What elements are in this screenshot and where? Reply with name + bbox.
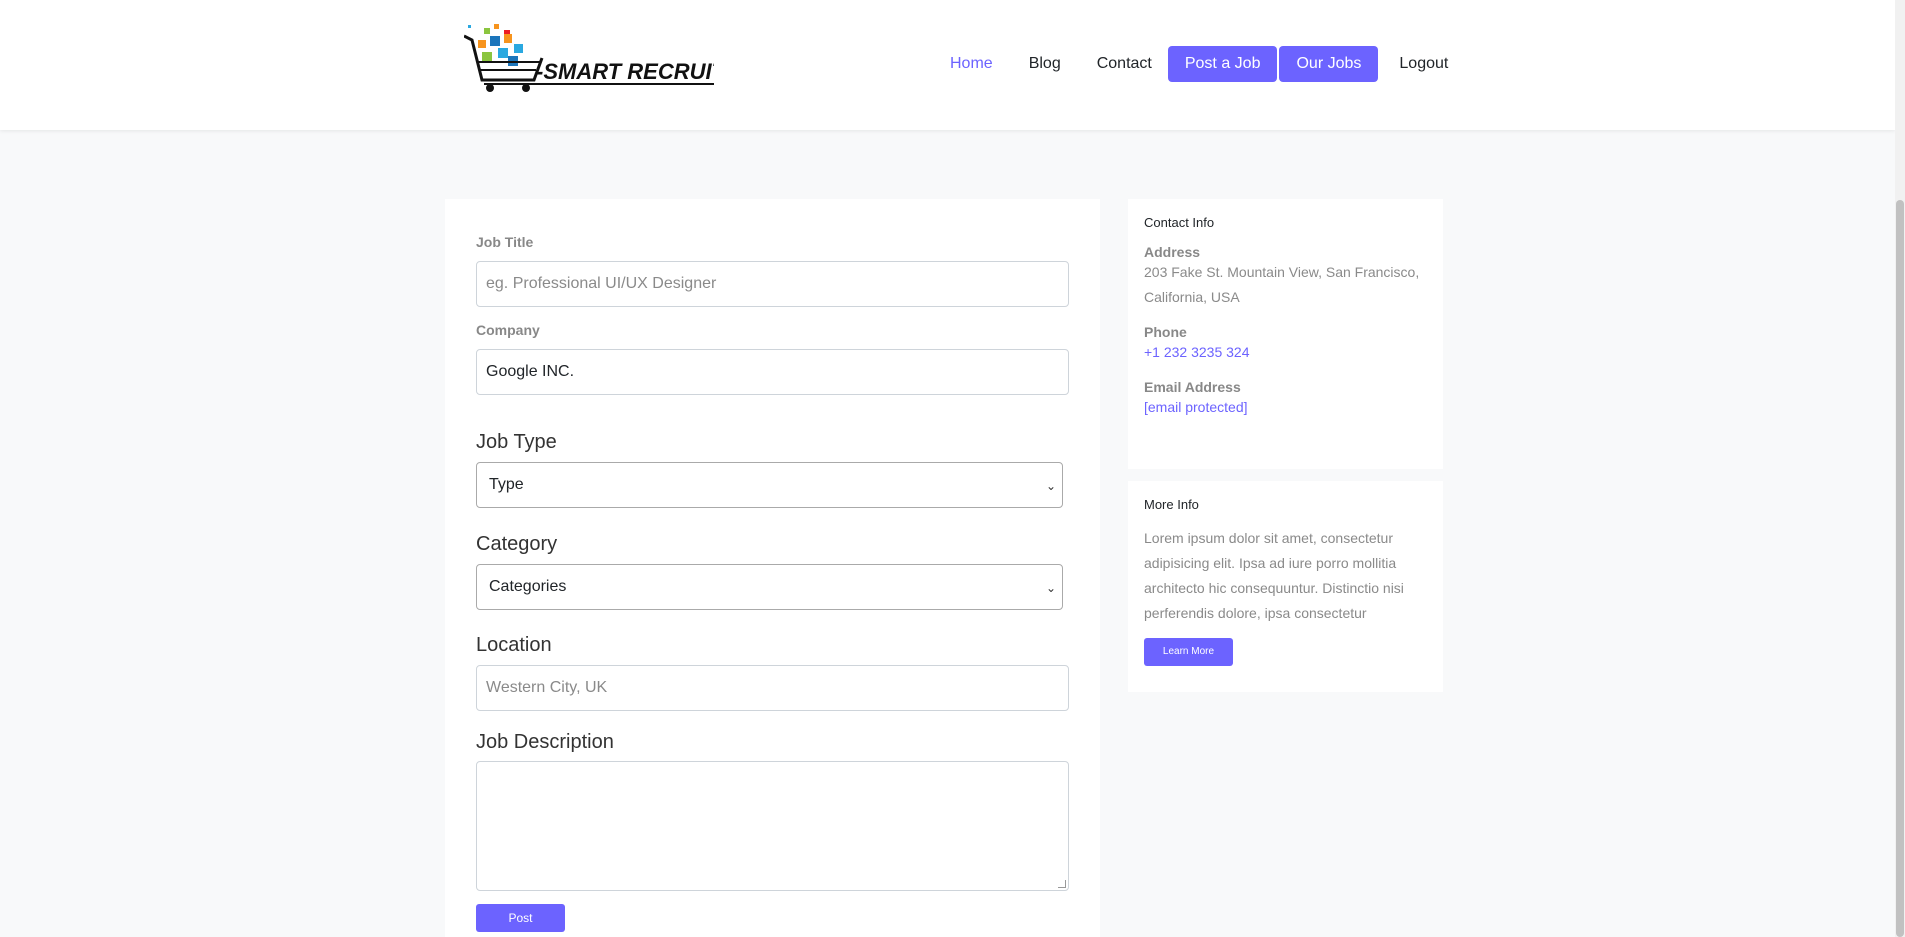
contact-info-title: Contact Info <box>1144 215 1215 230</box>
more-info-text-line: adipisicing elit. Ipsa ad iure porro mol… <box>1144 555 1397 571</box>
main-nav: Home Blog Contact Post a Job Our Jobs Lo… <box>940 46 1458 82</box>
phone-label: Phone <box>1144 324 1187 340</box>
post-job-form: Job Title eg. Professional UI/UX Designe… <box>445 199 1100 937</box>
nav-logout-link[interactable]: Logout <box>1389 55 1458 73</box>
category-selected-value: Categories <box>489 578 567 595</box>
address-line-1: 203 Fake St. Mountain View, San Francisc… <box>1144 264 1420 280</box>
nav-contact-link[interactable]: Contact <box>1087 55 1162 73</box>
company-input[interactable]: Google INC. <box>476 349 1069 395</box>
more-info-card: More Info Lorem ipsum dolor sit amet, co… <box>1128 481 1443 692</box>
job-type-label: Job Type <box>476 431 557 453</box>
email-link[interactable]: [email protected] <box>1144 395 1427 420</box>
page-scrollbar[interactable] <box>1895 0 1905 937</box>
job-description-textarea[interactable] <box>476 761 1069 891</box>
category-select[interactable]: Categories ⌄ <box>476 564 1063 610</box>
location-label: Location <box>476 634 552 656</box>
job-type-select[interactable]: Type ⌄ <box>476 462 1063 508</box>
scrollbar-thumb[interactable] <box>1896 200 1904 937</box>
more-info-text-line: perferendis dolore, ipsa consectetur <box>1144 605 1367 621</box>
category-label: Category <box>476 533 558 555</box>
email-label: Email Address <box>1144 379 1241 395</box>
post-a-job-button[interactable]: Post a Job <box>1167 46 1278 82</box>
job-title-input[interactable]: eg. Professional UI/UX Designer <box>476 261 1069 307</box>
nav-home-link[interactable]: Home <box>940 55 1003 73</box>
nav-blog-link[interactable]: Blog <box>1019 55 1071 73</box>
job-title-label: Job Title <box>476 234 534 250</box>
top-navbar: -SMART RECRUITER- Home Blog Contact Post… <box>0 0 1895 130</box>
svg-text:-SMART RECRUITER-: -SMART RECRUITER- <box>536 59 714 84</box>
post-button[interactable]: Post <box>476 904 565 932</box>
our-jobs-button[interactable]: Our Jobs <box>1279 46 1379 82</box>
phone-link[interactable]: +1 232 3235 324 <box>1144 340 1427 365</box>
smart-recruiter-logo[interactable]: -SMART RECRUITER- <box>464 22 714 104</box>
learn-more-button[interactable]: Learn More <box>1144 638 1233 666</box>
chevron-down-icon: ⌄ <box>1045 581 1056 595</box>
more-info-text-line: Lorem ipsum dolor sit amet, consectetur <box>1144 530 1393 546</box>
more-info-title: More Info <box>1144 497 1199 512</box>
address-line-2: California, USA <box>1144 289 1240 305</box>
location-input[interactable]: Western City, UK <box>476 665 1069 711</box>
job-type-selected-value: Type <box>489 476 524 493</box>
job-description-label: Job Description <box>476 731 614 753</box>
chevron-down-icon: ⌄ <box>1045 479 1056 493</box>
more-info-text-line: architecto hic consequuntur. Distinctio … <box>1144 580 1404 596</box>
contact-info-card: Contact Info Address 203 Fake St. Mounta… <box>1128 199 1443 469</box>
resize-handle-icon[interactable] <box>1058 880 1066 888</box>
company-label: Company <box>476 322 540 338</box>
address-label: Address <box>1144 244 1201 260</box>
